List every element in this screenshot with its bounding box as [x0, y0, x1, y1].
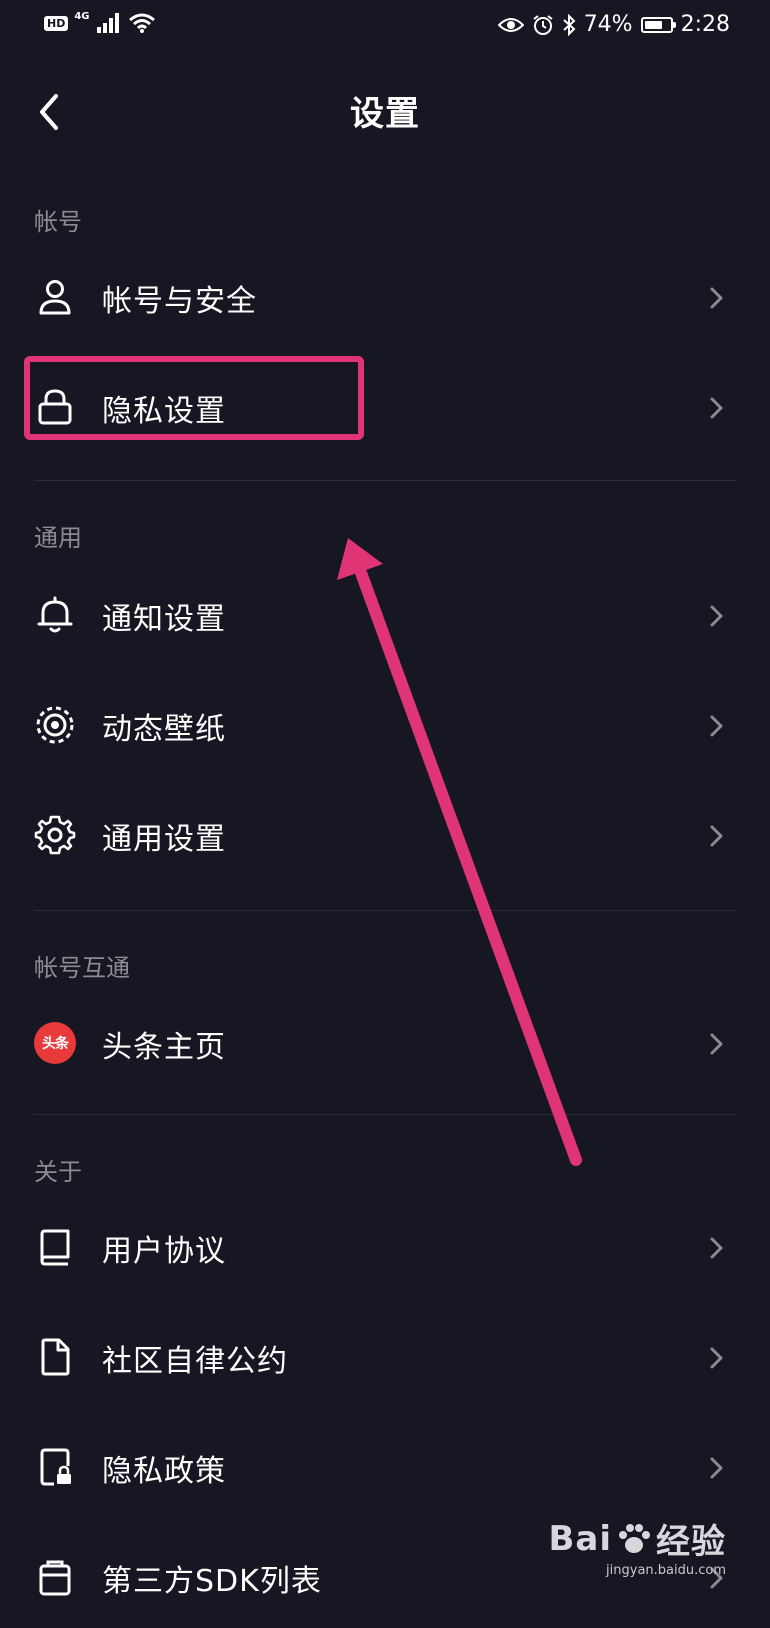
settings-row-privacy-policy[interactable]: 隐私政策 [0, 1418, 770, 1518]
settings-row-general-settings[interactable]: 通用设置 [0, 786, 770, 886]
settings-row-label: 动态壁纸 [102, 712, 226, 747]
status-time: 2:28 [680, 12, 730, 37]
book-icon [40, 1229, 70, 1266]
settings-row-label: 头条主页 [102, 1030, 226, 1065]
chevron-right-icon [710, 1457, 723, 1479]
status-bar: HD 4G 74% 2:28 [0, 0, 770, 52]
bluetooth-icon [563, 13, 576, 36]
settings-row-toutiao-homepage[interactable]: 头条 头条主页 [0, 994, 770, 1094]
sdk-list-icon [39, 1560, 71, 1596]
bell-icon [37, 596, 73, 633]
section-divider [34, 910, 736, 911]
chevron-right-icon [710, 1237, 723, 1259]
signal-icon [96, 13, 119, 33]
settings-row-label: 社区自律公约 [102, 1344, 288, 1379]
privacy-doc-icon [40, 1448, 71, 1486]
toutiao-icon: 头条 [34, 1022, 76, 1064]
settings-row-label: 第三方SDK列表 [102, 1564, 322, 1599]
watermark-url: jingyan.baidu.com [606, 1563, 726, 1578]
chevron-right-icon [710, 287, 723, 309]
battery-percent: 74% [583, 12, 633, 37]
alarm-icon [533, 14, 553, 35]
status-right: 74% 2:28 [497, 12, 730, 37]
baidu-jingyan-watermark: Bai 经验 jingyan.baidu.com [548, 1514, 726, 1579]
wifi-icon [128, 13, 155, 33]
chevron-right-icon [710, 825, 723, 847]
chevron-right-icon [710, 715, 723, 737]
chevron-right-icon [710, 1033, 723, 1055]
chevron-right-icon [710, 397, 723, 419]
section-label-account-linking: 帐号互通 [34, 954, 130, 982]
annotation-highlight-box [24, 356, 364, 440]
user-icon [39, 280, 71, 315]
section-label-account: 帐号 [34, 208, 82, 236]
eye-icon [497, 17, 524, 32]
page-title: 设置 [350, 94, 420, 134]
settings-row-label: 用户协议 [102, 1234, 226, 1269]
settings-row-community-guidelines[interactable]: 社区自律公约 [0, 1308, 770, 1408]
settings-row-label: 通知设置 [102, 602, 226, 637]
section-label-about: 关于 [34, 1158, 82, 1186]
settings-row-account-security[interactable]: 帐号与安全 [0, 248, 770, 348]
settings-row-user-agreement[interactable]: 用户协议 [0, 1198, 770, 1298]
watermark-brand-cn: 经验 [656, 1522, 726, 1562]
watermark-brand: Bai 经验 [548, 1514, 726, 1563]
section-divider [34, 480, 736, 481]
settings-row-label: 隐私政策 [102, 1454, 226, 1489]
section-label-general: 通用 [34, 524, 82, 552]
settings-row-live-wallpaper[interactable]: 动态壁纸 [0, 676, 770, 776]
battery-icon [640, 16, 676, 33]
wallpaper-icon [36, 706, 74, 744]
settings-row-notifications[interactable]: 通知设置 [0, 566, 770, 666]
chevron-right-icon [710, 605, 723, 627]
network-type: 4G [74, 10, 90, 22]
settings-row-label: 通用设置 [102, 822, 226, 857]
header: 设置 [0, 70, 770, 150]
status-left: HD 4G [44, 10, 156, 34]
document-icon [41, 1338, 70, 1376]
section-divider [34, 1114, 736, 1115]
settings-row-label: 帐号与安全 [102, 284, 257, 319]
paw-icon [619, 1523, 650, 1553]
gear-icon [34, 815, 76, 855]
battery-fill [644, 20, 663, 29]
hd-badge: HD [44, 15, 69, 31]
chevron-right-icon [710, 1347, 723, 1369]
watermark-brand-text: Bai [548, 1518, 612, 1559]
